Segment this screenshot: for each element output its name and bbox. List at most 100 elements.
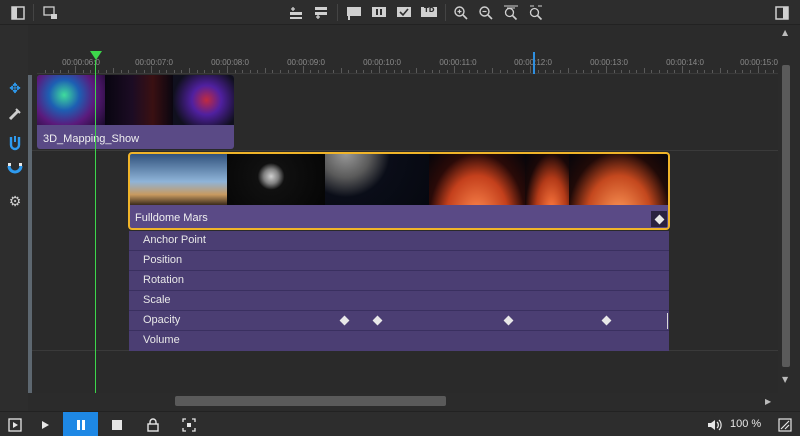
ruler-tick [166, 70, 168, 73]
keyframe-row-label: Rotation [143, 274, 184, 286]
ruler-tick [552, 70, 554, 73]
magnet-tool-icon[interactable] [6, 160, 24, 178]
ruler-tick [749, 70, 751, 73]
vertical-scroll-thumb[interactable] [782, 65, 790, 367]
snap-tool-icon[interactable] [6, 135, 24, 153]
play-from-start-button[interactable] [0, 412, 30, 436]
ruler-tick-label: 00:00:13:0 [590, 58, 628, 67]
ruler-tick [454, 66, 456, 73]
ruler-tick [514, 70, 516, 73]
ruler-tick [522, 70, 524, 73]
move-tool-icon[interactable]: ✥ [6, 80, 24, 98]
layers-icon[interactable] [42, 4, 60, 21]
ruler-tick [613, 70, 615, 73]
keyframe-row-label: Anchor Point [143, 234, 206, 246]
clip-name: 3D_Mapping_Show [43, 133, 140, 145]
panel-right-icon[interactable] [773, 4, 791, 21]
zoom-fit-icon[interactable] [502, 4, 520, 21]
ruler-tick [492, 68, 494, 73]
zoom-reset-icon[interactable] [527, 4, 545, 21]
horizontal-scroll-thumb[interactable] [175, 396, 446, 406]
ruler-tick-label: 00:00:09:0 [287, 58, 325, 67]
ruler-tick [446, 70, 448, 73]
keyframe-row-volume[interactable]: Volume [129, 331, 669, 351]
time-ruler[interactable]: 00:00:06:0 00:00:07:0 00:00:08:0 00:00:0… [37, 50, 778, 74]
keyframe-row-label: Volume [143, 334, 180, 346]
ruler-tick [249, 70, 251, 73]
horizontal-scrollbar[interactable]: ▶ [32, 393, 778, 411]
ruler-tick [45, 70, 46, 73]
panel-left-icon[interactable] [9, 4, 27, 21]
keyframe-diamond[interactable] [339, 315, 350, 326]
ruler-tick [537, 70, 539, 73]
insert-track-above-icon[interactable] [287, 4, 305, 21]
marker-check-icon[interactable] [395, 4, 413, 21]
stop-button[interactable] [102, 412, 132, 436]
zoom-in-icon[interactable] [452, 4, 470, 21]
marker-td-icon[interactable]: TD [420, 4, 438, 21]
playhead-handle[interactable] [90, 51, 102, 60]
ruler-tick [302, 66, 304, 73]
play-button[interactable] [30, 412, 60, 436]
ruler-tick [666, 70, 668, 73]
ruler-tick [257, 70, 259, 73]
ruler-tick [242, 70, 244, 73]
scroll-right-icon[interactable]: ▶ [765, 397, 771, 406]
vertical-scrollbar[interactable]: ▲ ▼ [778, 25, 800, 411]
insert-track-below-icon[interactable] [312, 4, 330, 21]
ruler-tick [173, 70, 175, 73]
ruler-tick [621, 70, 623, 73]
keyframe-row-label: Position [143, 254, 183, 266]
keyframe-row-opacity[interactable]: Opacity [129, 311, 669, 331]
ruler-tick [310, 70, 312, 73]
timeline-marker[interactable] [533, 52, 535, 74]
lock-icon[interactable] [138, 412, 168, 436]
ruler-tick [355, 70, 357, 73]
keyframe-row-scale[interactable]: Scale [129, 291, 669, 311]
keyframe-diamond[interactable] [503, 315, 514, 326]
clip-3d-mapping-show[interactable]: 3D_Mapping_Show [37, 75, 234, 149]
ruler-tick [75, 66, 77, 73]
ruler-tick [772, 70, 774, 73]
keyframe-row-rotation[interactable]: Rotation [129, 271, 669, 291]
ruler-tick [401, 70, 403, 73]
ruler-tick [545, 70, 547, 73]
ruler-tick [295, 70, 297, 73]
clip-thumbnail [105, 75, 173, 125]
ruler-tick [477, 70, 479, 73]
ruler-tick [605, 66, 607, 73]
scroll-up-icon[interactable]: ▲ [782, 28, 788, 37]
marker-pause-icon[interactable] [370, 4, 388, 21]
ruler-tick [317, 70, 319, 73]
transport-bar: 100 % [0, 411, 800, 436]
zoom-level: 100 % [730, 418, 762, 430]
ruler-tick [530, 66, 532, 73]
keyframe-diamond[interactable] [601, 315, 612, 326]
ruler-tick [439, 70, 441, 73]
resize-grip-icon[interactable] [770, 412, 800, 436]
razor-tool-icon[interactable] [6, 105, 24, 123]
scroll-down-icon[interactable]: ▼ [782, 375, 788, 384]
ruler-tick [196, 70, 198, 73]
gear-icon[interactable]: ⚙ [6, 193, 24, 211]
keyframe-row-anchor-point[interactable]: Anchor Point [129, 231, 669, 251]
ruler-tick [158, 70, 160, 73]
keyframe-panel: Anchor Point Position Rotation Scale Opa… [129, 231, 669, 351]
ruler-tick [52, 70, 54, 73]
keyframe-row-position[interactable]: Position [129, 251, 669, 271]
ruler-tick [264, 68, 266, 73]
ruler-tick [416, 68, 418, 73]
volume-icon[interactable] [700, 412, 730, 436]
keyframe-diamond[interactable] [372, 315, 383, 326]
fit-to-view-icon[interactable] [174, 412, 204, 436]
flag-icon[interactable] [345, 4, 363, 21]
ruler-tick [363, 70, 365, 73]
ruler-tick [507, 70, 509, 73]
ruler-tick [60, 70, 62, 73]
pause-button[interactable] [63, 412, 98, 436]
ruler-tick-label: 00:00:11:0 [439, 58, 477, 67]
ruler-tick [211, 70, 213, 73]
ruler-tick [583, 70, 585, 73]
timeline-editor: TD ✥ ⚙ 00:00:06:0 00:00:07:0 00:00:08:0 … [0, 0, 800, 436]
zoom-out-icon[interactable] [477, 4, 495, 21]
